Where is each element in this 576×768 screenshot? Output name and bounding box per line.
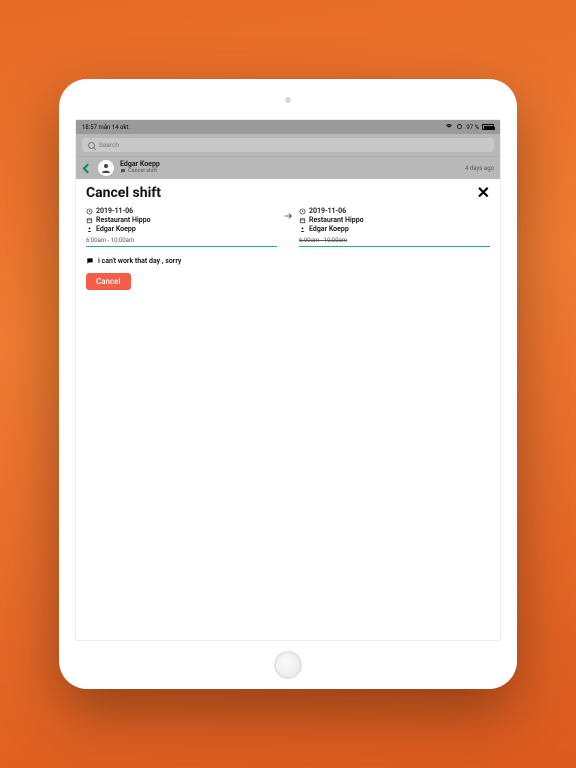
original-location-line: Restaurant Hippo (86, 216, 277, 224)
original-time: 6:00am - 10:00am (86, 237, 277, 247)
tablet-frame: 18:57 mån 14 okt. 97 % (59, 79, 517, 689)
original-person: Edgar Koepp (96, 225, 136, 233)
requested-shift-column: 2019-11-06 Restaurant Hippo Edgar Koepp (299, 207, 490, 247)
person-icon (86, 226, 93, 233)
search-field[interactable] (82, 138, 494, 152)
content-panel: Cancel shift ✕ 2019-11-06 (76, 179, 500, 296)
search-input[interactable] (99, 141, 488, 149)
panel-title: Cancel shift (86, 185, 161, 201)
calendar-icon (299, 217, 306, 224)
requested-person-line: Edgar Koepp (299, 225, 490, 233)
wifi-icon (445, 123, 453, 131)
person-icon (299, 226, 306, 233)
status-date: mån 14 okt. (98, 124, 130, 131)
speech-bubble-icon (86, 257, 94, 265)
status-right: 97 % (445, 123, 494, 132)
title-row: Cancel shift ✕ (86, 185, 490, 205)
header-subtitle: Cancel shift (120, 168, 160, 176)
original-shift-column: 2019-11-06 Restaurant Hippo Edgar Koepp (86, 207, 277, 247)
clock-icon (299, 208, 306, 215)
header-text: Edgar Koepp Cancel shift (120, 161, 160, 176)
calendar-icon (86, 217, 93, 224)
original-location: Restaurant Hippo (96, 216, 151, 224)
original-person-line: Edgar Koepp (86, 225, 277, 233)
comment-text: i can't work that day , sorry (98, 257, 181, 265)
header-subtitle-text: Cancel shift (128, 169, 157, 175)
orientation-lock-icon (456, 123, 463, 132)
avatar (98, 160, 114, 176)
battery-percent: 97 % (466, 124, 479, 131)
battery-icon (482, 124, 494, 130)
search-icon (88, 142, 95, 149)
requested-location-line: Restaurant Hippo (299, 216, 490, 224)
status-bar: 18:57 mån 14 okt. 97 % (76, 120, 500, 134)
home-button[interactable] (274, 651, 302, 679)
screen: 18:57 mån 14 okt. 97 % (75, 119, 501, 641)
clock-icon (86, 208, 93, 215)
cancel-button[interactable]: Cancel (86, 273, 131, 290)
requested-time: 6:00am - 10:00am (299, 237, 490, 247)
requested-location: Restaurant Hippo (309, 216, 364, 224)
original-date: 2019-11-06 (96, 207, 133, 215)
requested-person: Edgar Koepp (309, 225, 349, 233)
chat-icon (120, 168, 126, 176)
requested-date: 2019-11-06 (309, 207, 346, 215)
close-icon[interactable]: ✕ (477, 185, 490, 201)
status-left: 18:57 mån 14 okt. (82, 124, 130, 131)
header-user-name: Edgar Koepp (120, 161, 160, 168)
arrow-right-icon (283, 207, 293, 224)
requested-date-line: 2019-11-06 (299, 207, 490, 215)
info-columns: 2019-11-06 Restaurant Hippo Edgar Koepp (86, 207, 490, 247)
comment-row: i can't work that day , sorry (86, 257, 490, 265)
status-time: 18:57 (82, 124, 97, 131)
list-header-row[interactable]: Edgar Koepp Cancel shift 4 days ago (76, 156, 500, 179)
original-date-line: 2019-11-06 (86, 207, 277, 215)
header-timestamp: 4 days ago (465, 165, 494, 172)
search-bar (76, 134, 500, 156)
front-camera (285, 97, 291, 103)
back-arrow-icon[interactable] (82, 163, 92, 173)
